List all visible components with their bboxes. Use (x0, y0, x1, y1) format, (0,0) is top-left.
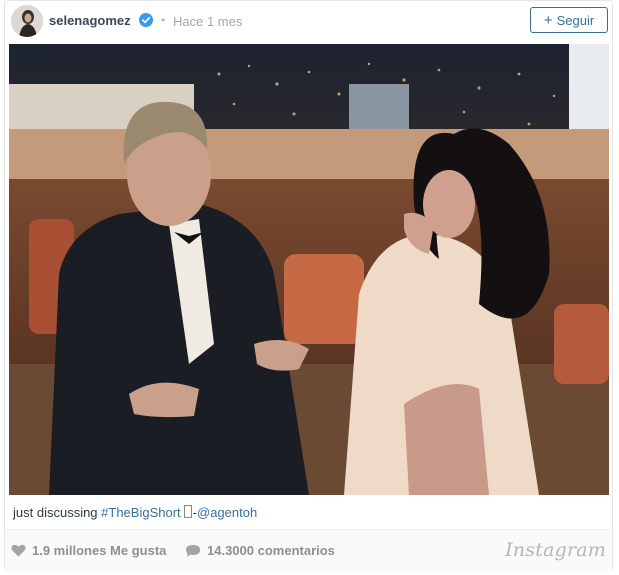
post-card: selenagomez • Hace 1 mes + Seguir just d… (4, 0, 613, 572)
caption-text: just discussing (13, 505, 102, 520)
emoji-placeholder-icon (183, 505, 192, 518)
photo-illustration (9, 44, 609, 495)
comment-bubble-icon (186, 544, 200, 557)
avatar-image (11, 5, 43, 37)
likes-label: 1.9 millones Me gusta (32, 543, 167, 558)
plus-icon: + (543, 11, 553, 29)
follow-button[interactable]: + Seguir (530, 7, 608, 33)
instagram-logo[interactable]: Instagram (505, 539, 606, 561)
heart-icon (11, 544, 26, 557)
post-header: selenagomez • Hace 1 mes + Seguir (5, 1, 612, 43)
hashtag-link[interactable]: #TheBigShort (101, 505, 181, 520)
username-link[interactable]: selenagomez (49, 13, 131, 28)
post-caption: just discussing #TheBigShort -@agentoh (13, 505, 257, 520)
likes-count[interactable]: 1.9 millones Me gusta (11, 543, 166, 558)
follow-label: Seguir (556, 12, 595, 28)
post-photo[interactable] (9, 44, 609, 495)
mention-link[interactable]: @agentoh (197, 505, 257, 520)
comments-count[interactable]: 14.3000 comentarios (185, 543, 335, 558)
post-footer: 1.9 millones Me gusta 14.3000 comentario… (5, 529, 612, 572)
separator-dot: • (161, 13, 166, 27)
verified-badge-icon (139, 13, 153, 27)
user-avatar[interactable] (11, 5, 43, 37)
comments-label: 14.3000 comentarios (207, 543, 335, 558)
post-timestamp[interactable]: Hace 1 mes (173, 14, 242, 29)
